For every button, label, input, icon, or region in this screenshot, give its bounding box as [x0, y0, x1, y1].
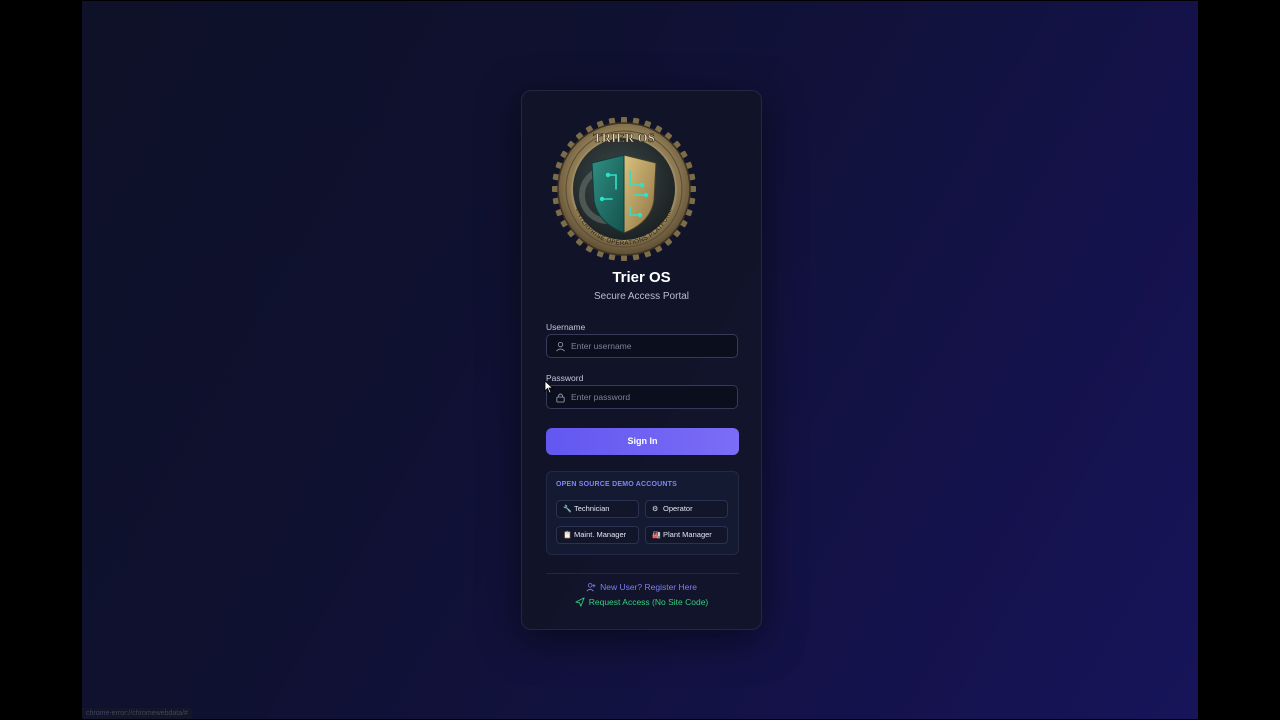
register-link-text: New User? Register Here [600, 581, 697, 592]
demo-plant-manager-button[interactable]: 🏭 Plant Manager [645, 526, 728, 544]
browser-status-bar: chrome-error://chromewebdata/# [82, 708, 192, 719]
login-card: TRIER OS ENTERPRISE OPERATIONS PLATFORM … [521, 90, 762, 630]
password-input[interactable] [571, 386, 731, 408]
demo-button-label: Plant Manager [663, 530, 712, 539]
demo-technician-button[interactable]: 🔧 Technician [556, 500, 639, 518]
register-link[interactable]: New User? Register Here [522, 581, 761, 592]
username-label: Username [546, 322, 586, 332]
clipboard-icon: 📋 [563, 532, 572, 539]
factory-icon: 🏭 [652, 532, 661, 539]
wrench-icon: 🔧 [563, 506, 572, 513]
user-icon [556, 342, 565, 352]
divider [546, 573, 739, 574]
demo-button-label: Operator [663, 504, 693, 513]
page-background: TRIER OS ENTERPRISE OPERATIONS PLATFORM … [82, 1, 1198, 719]
lock-icon [556, 393, 565, 403]
send-icon [575, 597, 585, 607]
demo-button-label: Maint. Manager [574, 530, 627, 539]
request-access-link[interactable]: Request Access (No Site Code) [522, 596, 761, 607]
demo-maint-manager-button[interactable]: 📋 Maint. Manager [556, 526, 639, 544]
user-plus-icon [586, 582, 596, 592]
request-access-link-text: Request Access (No Site Code) [588, 596, 709, 607]
app-title: Trier OS [612, 269, 671, 286]
logo-text: TRIER OS [593, 130, 655, 145]
username-field[interactable] [546, 334, 738, 358]
mouse-pointer-icon [544, 380, 554, 394]
password-field[interactable] [546, 385, 738, 409]
demo-accounts-panel: OPEN SOURCE DEMO ACCOUNTS 🔧 Technician ⚙ O… [546, 471, 739, 555]
demo-operator-button[interactable]: ⚙ Operator [645, 500, 728, 518]
username-input[interactable] [571, 335, 731, 357]
demo-accounts-heading: OPEN SOURCE DEMO ACCOUNTS [556, 481, 678, 488]
demo-button-label: Technician [574, 504, 610, 513]
gear-icon: ⚙ [652, 506, 659, 513]
sign-in-button[interactable]: Sign In [546, 428, 739, 455]
app-subtitle: Secure Access Portal [593, 291, 690, 302]
trier-os-logo: TRIER OS ENTERPRISE OPERATIONS PLATFORM [552, 117, 696, 261]
